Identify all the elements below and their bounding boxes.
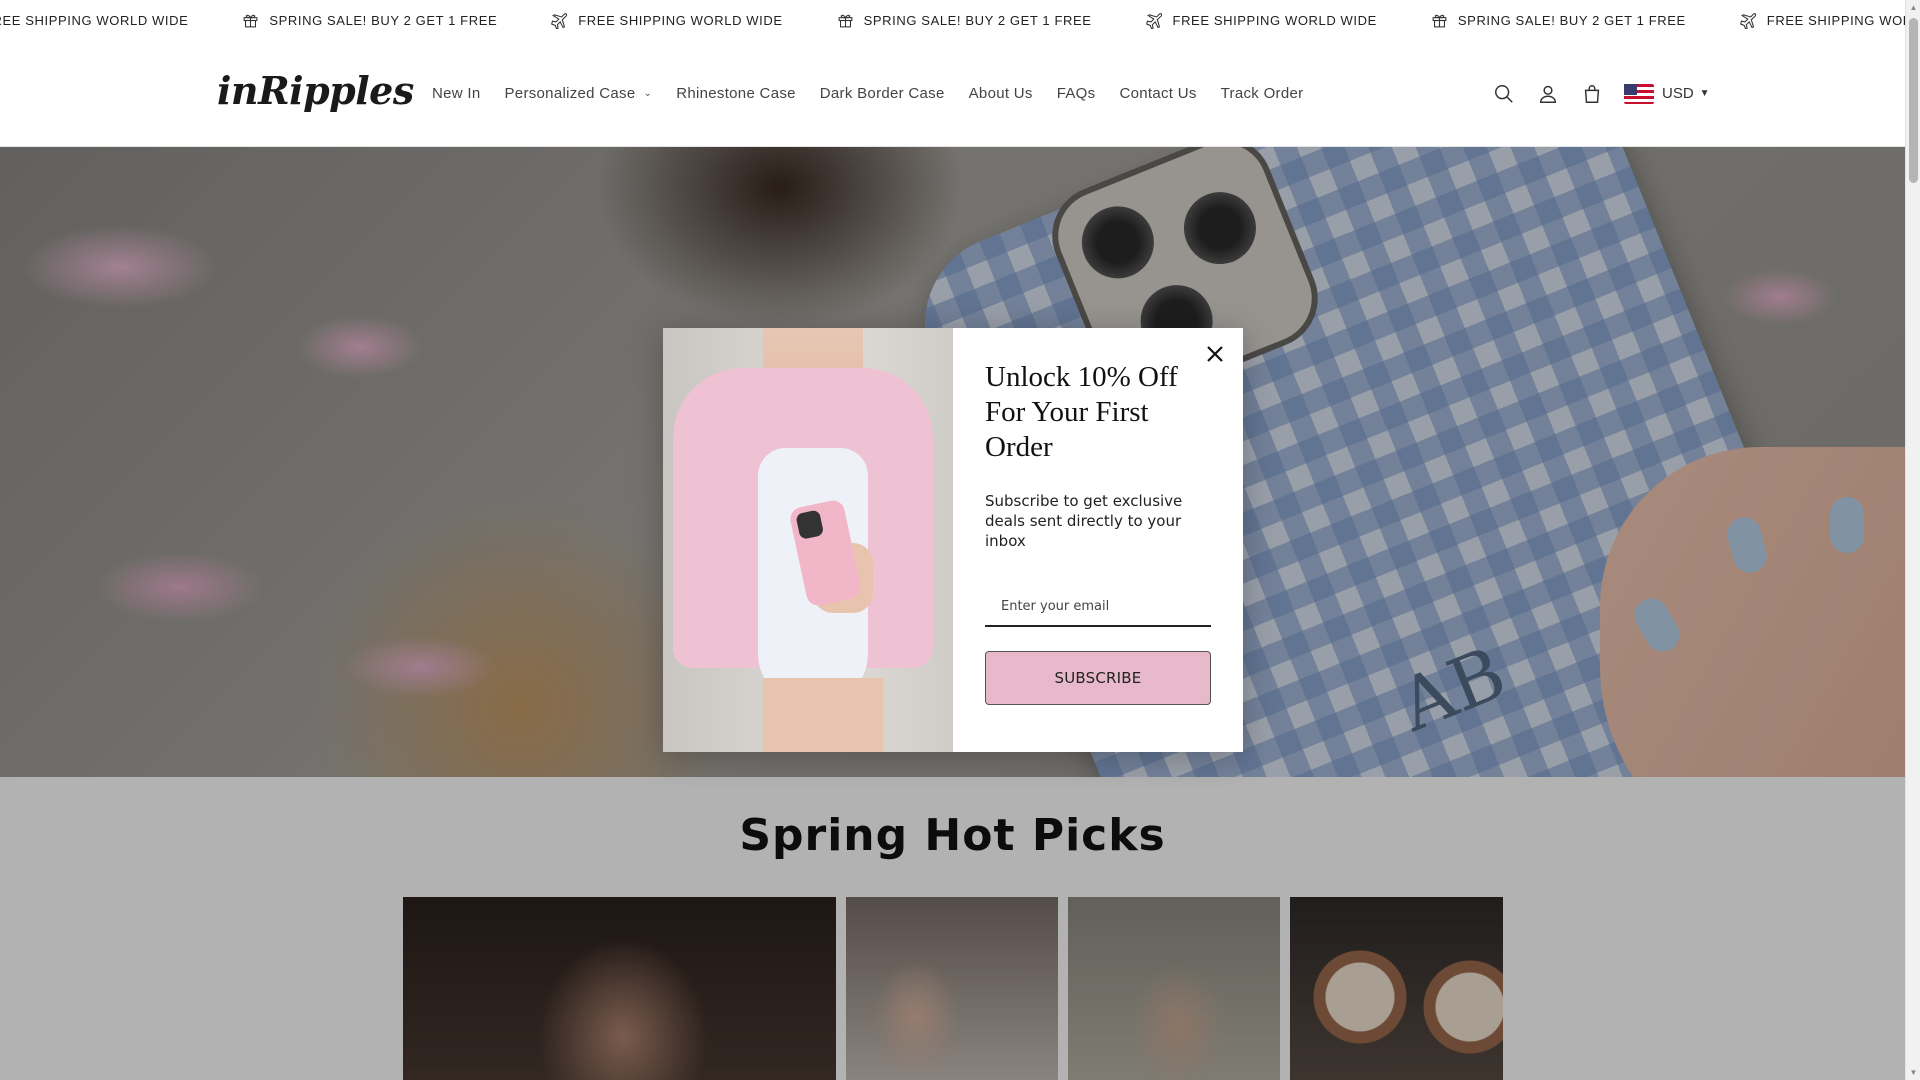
subscribe-button[interactable]: SUBSCRIBE [985,651,1211,705]
nav-item-faqs[interactable]: FAQs [1057,85,1096,102]
announcement-text: SPRING SALE! BUY 2 GET 1 FREE [1457,12,1686,28]
modal-photo [663,328,953,752]
gift-icon [1431,12,1448,29]
search-icon[interactable] [1482,72,1526,116]
currency-selector[interactable]: USD ▼ [1624,83,1710,104]
header-actions: USD ▼ [1482,40,1710,147]
email-field[interactable] [985,587,1211,627]
signup-modal: Unlock 10% Off For Your First Order Subs… [663,328,1243,752]
close-icon[interactable] [1201,340,1229,368]
plane-icon [1145,12,1163,29]
nav-item-new-in[interactable]: New In [432,85,481,102]
scrollbar[interactable]: ▲ ▼ [1905,0,1920,1080]
announcement-bar: FREE SHIPPING WORLD WIDE SPRING SALE! BUY… [0,0,1905,40]
chevron-down-icon: ⌄ [643,88,653,99]
nav-item-label: New In [432,85,481,102]
main-nav: New In Personalized Case ⌄ Rhinestone Case D… [420,40,1315,147]
nav-item-contact-us[interactable]: Contact Us [1119,85,1196,102]
gift-icon [242,12,259,29]
plane-icon [1739,12,1757,29]
scroll-thumb[interactable] [1909,18,1918,183]
announcement-item: SPRING SALE! BUY 2 GET 1 FREE [1431,12,1686,29]
nav-item-label: About Us [968,85,1033,102]
nav-item-dark-border-case[interactable]: Dark Border Case [820,85,945,102]
modal-body: Unlock 10% Off For Your First Order Subs… [953,328,1243,752]
announcement-item: SPRING SALE! BUY 2 GET 1 FREE [837,12,1092,29]
announcement-text: FREE SHIPPING WORLD WIDE [1172,12,1377,28]
scroll-down-icon[interactable]: ▼ [1909,1068,1918,1077]
nav-item-label: Contact Us [1119,85,1197,102]
announcement-text: FREE SHIPPING WORLD WIDE [1766,12,1905,28]
nav-item-label: Personalized Case [504,85,636,102]
modal-subtitle: Subscribe to get exclusive deals sent di… [985,492,1183,550]
nav-item-label: Rhinestone Case [676,85,796,102]
modal-title: Unlock 10% Off For Your First Order [985,361,1178,463]
nav-item-personalized-case[interactable]: Personalized Case ⌄ [505,85,653,102]
logo[interactable]: inRipples [217,68,414,113]
announcement-item: SPRING SALE! BUY 2 GET 1 FREE [242,12,497,29]
announcement-text: FREE SHIPPING WORLD WIDE [0,12,189,28]
plane-icon [551,12,568,29]
nav-item-rhinestone-case[interactable]: Rhinestone Case [676,85,796,102]
site-header: inRipples New In Personalized Case ⌄ Rhines… [0,40,1905,147]
nav-item-about-us[interactable]: About Us [969,85,1033,102]
cart-icon[interactable] [1570,72,1614,116]
announcement-text: SPRING SALE! BUY 2 GET 1 FREE [863,12,1092,28]
announcement-item: FREE SHIPPING WORLD WIDE [0,12,188,29]
gift-icon [837,12,854,29]
announcement-item: FREE SHIPPING WORLD WIDE [1145,12,1377,29]
nav-item-track-order[interactable]: Track Order [1221,85,1304,102]
account-icon[interactable] [1526,72,1570,116]
nav-item-label: FAQs [1056,85,1096,102]
announcement-track: FREE SHIPPING WORLD WIDE SPRING SALE! BUY… [0,0,1905,40]
announcement-text: SPRING SALE! BUY 2 GET 1 FREE [269,12,498,28]
modal-backdrop[interactable] [0,777,1905,1080]
photo-legs [763,678,883,752]
scroll-up-icon[interactable]: ▲ [1909,3,1918,12]
chevron-down-icon: ▼ [1699,88,1710,99]
announcement-text: FREE SHIPPING WORLD WIDE [578,12,783,28]
nav-item-label: Track Order [1220,85,1304,102]
nav-item-label: Dark Border Case [819,85,945,102]
announcement-item: FREE SHIPPING WORLD WIDE [551,12,782,29]
us-flag-icon [1624,83,1654,104]
announcement-item: FREE SHIPPING WORLD WIDE [1739,12,1905,29]
currency-label: USD [1662,85,1694,102]
